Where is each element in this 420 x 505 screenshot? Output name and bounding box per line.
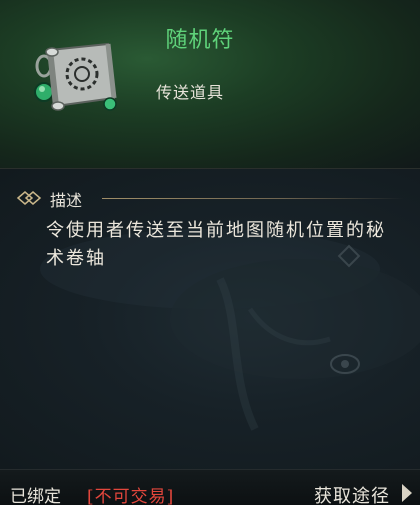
item-footer: 已绑定 [不可交易] 获取途径 (0, 469, 420, 505)
background-scene (40, 229, 420, 431)
acquisition-label: 获取途径 (314, 486, 390, 505)
description-section: 描述 令使用者传送至当前地图随机位置的秘术卷轴 (0, 169, 420, 469)
item-type: 传送道具 (155, 83, 224, 102)
item-header: 随机符 传送道具 (0, 0, 420, 169)
chevron-right-icon (402, 484, 412, 502)
description-label: 描述 (50, 191, 83, 210)
scroll-icon (34, 42, 117, 111)
diamond-ornament-icon (16, 191, 42, 205)
bound-status: 已绑定 (10, 487, 61, 505)
acquisition-button[interactable]: 获取途径 (280, 476, 420, 505)
description-text: 令使用者传送至当前地图随机位置的秘术卷轴 (46, 220, 386, 269)
item-tooltip: 随机符 传送道具 描述 令使用者传送至当前地图随机位置的秘术卷轴 已绑定 [不可… (0, 0, 420, 505)
trade-status: [不可交易] (87, 487, 175, 505)
description-heading: 描述 (16, 187, 406, 210)
section-divider (102, 198, 404, 199)
item-name: 随机符 (165, 28, 235, 53)
